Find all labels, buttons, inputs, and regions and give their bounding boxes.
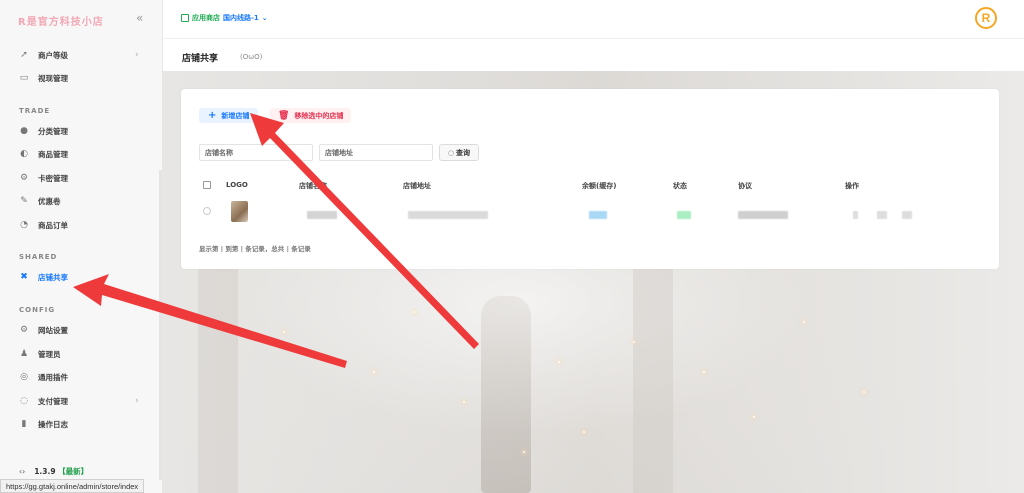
store-switch[interactable]: 应用商店 国内线路-1 ⌄ (181, 13, 268, 23)
blurred-status (677, 211, 691, 219)
sidebar-item-coupons[interactable]: ✎ 优惠卷 (19, 194, 61, 208)
sidebar-item-category[interactable]: ● 分类管理 (19, 124, 68, 138)
sidebar-item-label: 商户等级 (38, 50, 68, 60)
search-icon: ○ (447, 148, 455, 157)
sidebar-item-label: 优惠卷 (38, 196, 61, 206)
version-info: ‹› 1.3.9 【最新】 (19, 466, 88, 477)
order-icon: ◔ (20, 220, 28, 230)
sidebar-item-label: 支付管理 (38, 396, 68, 406)
store-icon (181, 14, 189, 22)
page-title: 店铺共享 (182, 54, 219, 64)
sidebar-item-label: 店铺共享 (38, 272, 68, 282)
add-store-button[interactable]: + 新增店铺 (199, 108, 259, 123)
column-header-store-name: 店铺名称 (299, 182, 327, 190)
version-number: 1.3.9 (34, 467, 56, 476)
sidebar-item-merchant-level[interactable]: ➚ 商户等级 (19, 48, 68, 62)
column-header-status: 状态 (673, 182, 687, 190)
section-label-trade: TRADE (19, 107, 51, 115)
sidebar-item-label: 操作日志 (38, 419, 68, 429)
background-pillar (633, 261, 673, 493)
pagination-info: 显示第 | 到第 | 条记录，总共 | 条记录 (199, 245, 311, 253)
store-share-card: + 新增店铺 🗑 移除选中的店铺 ○ 查询 LOGO 店铺名称 店铺地址 余额(… (181, 89, 999, 269)
blurred-store-name (307, 211, 337, 219)
chevron-right-icon: › (135, 50, 139, 60)
store-label: 应用商店 (192, 14, 220, 22)
chevron-down-icon: ⌄ (261, 14, 268, 22)
brand-name[interactable]: R是官方科技小店 (18, 13, 104, 28)
add-store-label: 新增店铺 (221, 111, 250, 120)
box-icon: ◐ (20, 149, 28, 159)
blurred-action[interactable] (877, 211, 887, 219)
sidebar-item-label: 卡密管理 (38, 173, 68, 183)
section-label-shared: SHARED (19, 253, 58, 261)
rocket-icon: ➚ (20, 50, 28, 60)
key-icon: ⚙ (19, 173, 29, 183)
sidebar-item-withdraw[interactable]: ▭ 视现管理 (19, 71, 68, 85)
collapse-sidebar-icon[interactable]: « (136, 11, 143, 25)
background-figure (481, 296, 531, 493)
section-label-config: CONFIG (19, 306, 56, 314)
sidebar-item-label: 商品管理 (38, 149, 68, 159)
sidebar-item-label: 通用插件 (38, 372, 68, 382)
trash-icon: 🗑 (278, 110, 290, 121)
sidebar-item-site-settings[interactable]: ⚙ 网站设置 (19, 323, 68, 337)
sidebar-item-products[interactable]: ◐ 商品管理 (19, 147, 68, 161)
blurred-protocol (738, 211, 788, 219)
line-selector[interactable]: 国内线路-1 (223, 13, 259, 23)
sidebar-item-label: 分类管理 (38, 126, 68, 136)
sidebar-item-admins[interactable]: ♟ 管理员 (19, 347, 61, 361)
blurred-action[interactable] (902, 211, 912, 219)
admin-icon: ♟ (19, 349, 29, 359)
user-avatar[interactable]: R (975, 7, 997, 29)
sidebar-item-store-share[interactable]: ✖ 店铺共享 (19, 270, 68, 284)
top-bar: 应用商店 国内线路-1 ⌄ R (163, 0, 1024, 38)
settings-icon: ⚙ (19, 325, 29, 335)
column-header-store-address: 店铺地址 (403, 182, 431, 190)
blurred-action[interactable] (853, 211, 858, 219)
payment-icon: ◌ (20, 396, 28, 406)
sidebar-item-label: 视现管理 (38, 73, 68, 83)
remove-selected-button[interactable]: 🗑 移除选中的店铺 (270, 108, 352, 123)
sidebar-item-plugins[interactable]: ◎ 通用插件 (19, 370, 68, 384)
column-header-logo: LOGO (226, 181, 248, 189)
column-header-balance: 余额(缓存) (582, 182, 617, 190)
page-header: 店铺共享 (OωO) (163, 38, 1024, 71)
sidebar-item-label: 网站设置 (38, 325, 68, 335)
plugin-icon: ◎ (20, 372, 28, 382)
sidebar-item-cards[interactable]: ⚙ 卡密管理 (19, 171, 68, 185)
store-name-input[interactable] (199, 144, 313, 161)
list-icon: ▭ (19, 73, 29, 83)
store-logo-thumbnail (231, 201, 248, 222)
blurred-store-address (408, 211, 488, 219)
share-icon: ✖ (20, 272, 28, 282)
blurred-balance (589, 211, 607, 219)
search-label: 查询 (456, 148, 471, 157)
select-all-checkbox[interactable] (203, 181, 211, 189)
store-address-input[interactable] (319, 144, 433, 161)
sidebar-item-label: 商品订单 (38, 220, 68, 230)
chevron-right-icon: › (135, 396, 139, 406)
sidebar-item-logs[interactable]: ▮ 操作日志 (19, 417, 68, 431)
sidebar: R是官方科技小店 « ➚ 商户等级 › ▭ 视现管理 TRADE ● 分类管理 … (0, 0, 163, 493)
background-pillar (198, 261, 238, 493)
page-subtitle: (OωO) (240, 53, 263, 61)
sidebar-scrollbar[interactable] (159, 170, 162, 480)
folder-icon: ● (20, 126, 28, 136)
remove-selected-label: 移除选中的店铺 (294, 111, 344, 120)
browser-status-url: https://gg.gtakj.online/admin/store/inde… (0, 479, 145, 493)
log-icon: ▮ (21, 419, 27, 429)
column-header-actions: 操作 (845, 182, 859, 190)
version-tag[interactable]: 【最新】 (58, 467, 88, 476)
code-icon: ‹› (19, 467, 26, 476)
search-button[interactable]: ○ 查询 (439, 144, 479, 161)
sidebar-item-label: 管理员 (38, 349, 61, 359)
plus-icon: + (208, 110, 217, 121)
row-checkbox[interactable] (203, 207, 211, 215)
sidebar-item-orders[interactable]: ◔ 商品订单 (19, 218, 68, 232)
ticket-icon: ✎ (20, 196, 28, 206)
sidebar-item-payment[interactable]: ◌ 支付管理 (19, 394, 68, 408)
column-header-protocol: 协议 (738, 182, 752, 190)
